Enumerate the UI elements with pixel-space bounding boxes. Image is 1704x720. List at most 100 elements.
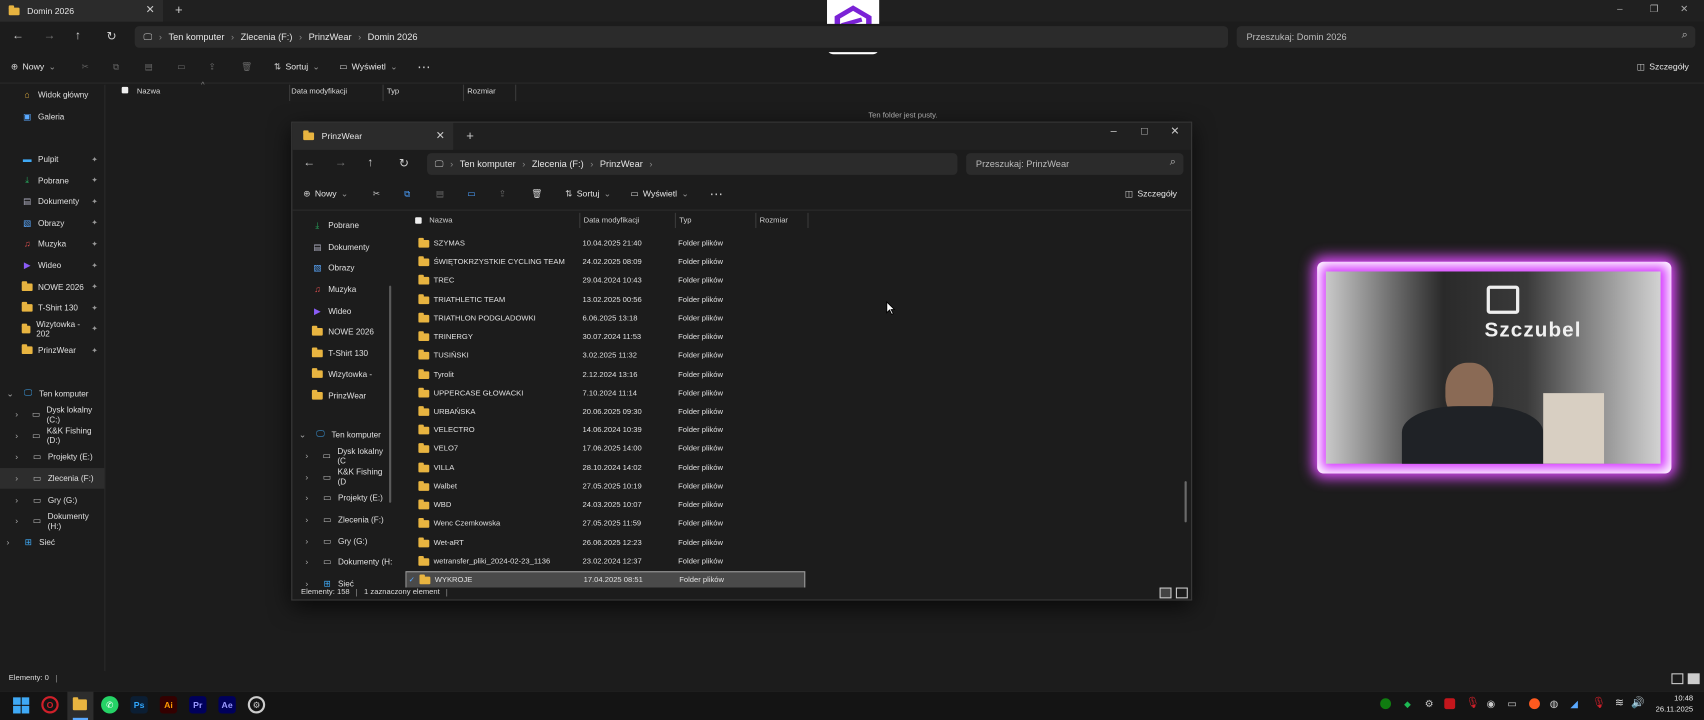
file-row[interactable]: VELECTRO 14.06.2024 10:39 Folder plików (405, 422, 805, 440)
close-window-icon[interactable]: ✕ (1680, 3, 1688, 15)
windows-start-icon[interactable] (13, 697, 30, 714)
pin-icon[interactable]: ✦ (91, 176, 97, 185)
forward-arrow-icon[interactable]: → (43, 29, 55, 42)
column-header-size[interactable]: Rozmiar (467, 88, 495, 96)
details-button[interactable]: ◫ Szczegóły (1637, 62, 1689, 72)
sidebar-item[interactable]: ♫ Muzyka (292, 279, 392, 300)
rename-icon[interactable]: ▭ (467, 189, 475, 199)
chevron-right-icon[interactable]: › (305, 472, 316, 482)
delete-icon[interactable]: 🗑 (241, 62, 252, 72)
details-view-icon[interactable] (1159, 587, 1172, 599)
whatsapp-icon[interactable]: ✆ (101, 696, 119, 714)
tray-app-icon[interactable] (1444, 698, 1456, 710)
sidebar-item[interactable]: › ▭ Dysk lokalny (C:) (0, 404, 104, 425)
sidebar-item[interactable]: ⌂ Widok główny (0, 85, 104, 106)
close-window-icon[interactable]: ✕ (1170, 126, 1179, 138)
copy-icon[interactable]: ⧉ (113, 62, 119, 73)
sidebar-item[interactable]: NOWE 2026 (292, 321, 392, 342)
pin-icon[interactable]: ✦ (91, 325, 97, 334)
clock-date[interactable]: 26.11.2025 (1650, 706, 1694, 714)
front-window-tab[interactable]: PrinzWear ✕ (292, 122, 454, 150)
sidebar-item[interactable]: ▧ Obrazy (292, 258, 392, 279)
list-scrollbar[interactable] (1184, 481, 1187, 523)
sidebar-item[interactable]: NOWE 2026 ✦ (0, 276, 104, 297)
file-row[interactable]: TRIATHLON PODGLADOWKI 6.06.2025 13:18 Fold… (405, 309, 805, 327)
sidebar-item[interactable]: › ▭ Dokumenty (H:) (0, 510, 104, 531)
details-button[interactable]: ◫ Szczegóły (1125, 189, 1177, 199)
file-row[interactable]: WBD 24.03.2025 10:07 Folder plików (405, 496, 805, 514)
tray-app-icon[interactable]: ◢ (1570, 698, 1578, 710)
pin-icon[interactable]: ✦ (91, 304, 97, 313)
tiles-view-icon[interactable] (1687, 673, 1700, 685)
file-row[interactable]: wetransfer_pliki_2024-02-23_1136 23.02.20… (405, 552, 805, 570)
microphone-tray-icon[interactable]: 🎙 (1466, 697, 1480, 709)
column-header-date[interactable]: Data modyfikacji (584, 212, 640, 229)
sidebar-item[interactable]: › ▭ Zlecenia (F:) (292, 509, 392, 530)
sidebar-item[interactable]: ▶ Wideo (292, 300, 392, 321)
tray-app-icon[interactable]: ◍ (1550, 698, 1559, 710)
tray-app-icon[interactable]: ◆ (1404, 699, 1411, 709)
photoshop-icon[interactable]: Ps (130, 696, 148, 714)
back-arrow-icon[interactable]: ← (12, 29, 24, 42)
maximize-icon[interactable]: ❐ (1650, 3, 1659, 15)
file-row[interactable]: URBAŃSKA 20.06.2025 09:30 Folder plików (405, 403, 805, 421)
sidebar-item[interactable]: › ▭ Gry (G:) (0, 489, 104, 510)
xbox-tray-icon[interactable] (1380, 698, 1392, 710)
pin-icon[interactable]: ✦ (91, 240, 97, 249)
view-button[interactable]: ▭ Wyświetl ⌄ (339, 62, 397, 72)
up-arrow-icon[interactable]: ↑ (75, 29, 81, 42)
premiere-icon[interactable]: Pr (189, 696, 207, 714)
sidebar-item[interactable]: ▣ Galeria (0, 106, 104, 127)
chevron-right-icon[interactable]: › (305, 579, 316, 588)
row-checkbox-icon[interactable]: ✓ (409, 576, 415, 585)
pin-icon[interactable]: ✦ (91, 155, 97, 164)
chevron-right-icon[interactable]: › (305, 536, 316, 546)
cut-icon[interactable]: ✂ (82, 62, 89, 72)
refresh-icon[interactable]: ↻ (399, 156, 409, 170)
sidebar-item[interactable]: ⤓ Pobrane ✦ (0, 170, 104, 191)
opera-icon[interactable]: O (41, 696, 59, 714)
tiles-view-icon[interactable] (1175, 587, 1188, 599)
chevron-right-icon[interactable]: › (305, 493, 316, 503)
after-effects-icon[interactable]: Ae (218, 696, 236, 714)
chevron-right-icon[interactable]: › (15, 410, 25, 420)
details-view-icon[interactable] (1671, 673, 1684, 685)
file-row[interactable]: SZYMAS 10.04.2025 21:40 Folder plików (405, 235, 805, 253)
sidebar-item[interactable]: ⌄ 🖵 Ten komputer (0, 383, 104, 404)
sidebar-item[interactable]: › ▭ Zlecenia (F:) (0, 467, 105, 489)
pin-icon[interactable]: ✦ (91, 261, 97, 270)
delete-icon[interactable]: 🗑 (531, 189, 542, 199)
sidebar-item[interactable]: › ⊞ Sieć (292, 573, 392, 588)
wifi-icon[interactable]: ≋ (1615, 697, 1624, 709)
column-header-name[interactable]: Nazwa (429, 212, 452, 229)
file-row[interactable]: ŚWIĘTOKRZYSTKIE CYCLING TEAM 24.02.2025 0… (405, 253, 805, 271)
sidebar-item[interactable]: Wizytowka - (292, 364, 392, 385)
rename-icon[interactable]: ▭ (177, 62, 185, 72)
breadcrumb-item[interactable]: Domin 2026 (368, 31, 418, 42)
chevron-right-icon[interactable]: › (15, 516, 26, 526)
sort-button[interactable]: ⇅ Sortuj ⌄ (274, 62, 320, 72)
illustrator-icon[interactable]: Ai (159, 696, 178, 714)
sidebar-item[interactable]: ▤ Dokumenty ✦ (0, 191, 104, 212)
new-button[interactable]: ⊕ Nowy ⌄ (11, 62, 56, 72)
chevron-right-icon[interactable]: › (305, 451, 316, 461)
tray-app-icon[interactable]: ▭ (1507, 698, 1516, 710)
file-row[interactable]: VILLA 28.10.2024 14:02 Folder plików (405, 459, 805, 477)
chevron-right-icon[interactable]: › (15, 495, 26, 505)
sidebar-item[interactable]: › ▭ Dokumenty (H: (292, 552, 392, 573)
paste-icon[interactable]: ▤ (145, 62, 153, 72)
column-header-name[interactable]: Nazwa (137, 88, 160, 96)
up-arrow-icon[interactable]: ↑ (367, 156, 373, 169)
tray-app-icon[interactable] (1529, 698, 1540, 710)
forward-arrow-icon[interactable]: → (335, 156, 347, 169)
more-options-icon[interactable]: ⋯ (710, 187, 723, 202)
sidebar-item[interactable]: › ▭ Gry (G:) (292, 530, 392, 551)
file-row[interactable]: TRIATHLETIC TEAM 13.02.2025 00:56 Folder p… (405, 291, 805, 309)
file-row[interactable]: VELO7 17.06.2025 14:00 Folder plików (405, 440, 805, 458)
pin-icon[interactable]: ✦ (91, 346, 97, 355)
chevron-right-icon[interactable]: › (305, 557, 316, 567)
pin-icon[interactable]: ✦ (91, 283, 97, 292)
new-button[interactable]: ⊕ Nowy ⌄ (303, 189, 348, 199)
file-row[interactable]: TRINERGY 30.07.2024 11:53 Folder plików (405, 328, 805, 346)
view-button[interactable]: ▭ Wyświetl ⌄ (630, 189, 688, 199)
